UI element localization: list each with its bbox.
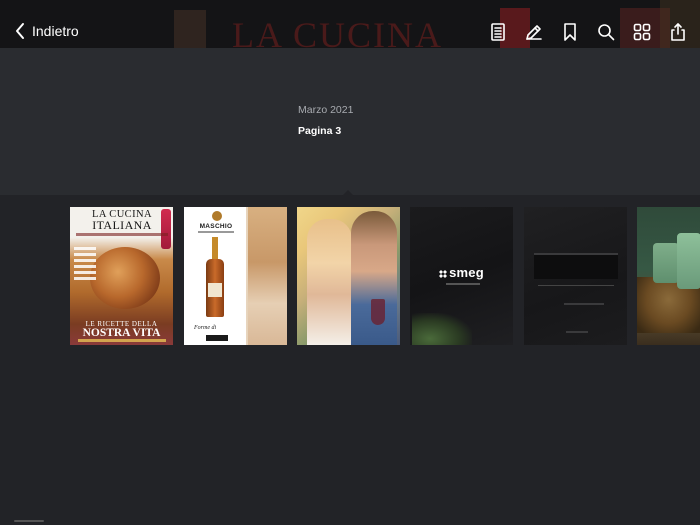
issue-date: Marzo 2021	[298, 104, 354, 116]
maschio-script: Forme di	[194, 325, 217, 331]
grid-button[interactable]	[628, 18, 656, 46]
page-list-button[interactable]	[484, 18, 512, 46]
smeg-logo: smeg	[410, 265, 513, 280]
cover-headline: LE RICETTE DELLA NOSTRA VITA	[70, 320, 173, 339]
top-bar: LA CUCINA Indietro	[0, 0, 700, 48]
woman-photo	[248, 207, 287, 345]
page-thumbnail-oven-ad[interactable]	[524, 207, 627, 345]
current-page-pointer	[342, 190, 354, 196]
smeg-tagline-bar	[446, 283, 480, 285]
page-thumbnail-flour-ad[interactable]	[637, 207, 700, 345]
pencil-icon	[526, 25, 542, 40]
chevron-left-icon	[16, 23, 24, 39]
cover-tagline-bar	[76, 233, 168, 236]
smeg-logo-text: smeg	[449, 265, 484, 280]
man-figure	[351, 211, 397, 345]
bookmark-button[interactable]	[556, 18, 584, 46]
home-indicator	[14, 520, 44, 522]
toolbar	[476, 18, 692, 46]
oven-shelf-line	[538, 285, 614, 286]
cover-masthead: LA CUCINA ITALIANA	[78, 209, 166, 231]
issue-info-panel: Marzo 2021 Pagina 3	[0, 48, 700, 195]
page-thumbnail-smeg-ad[interactable]: smeg	[410, 207, 513, 345]
search-icon	[598, 24, 615, 41]
background-cover-title: LA CUCINA	[232, 15, 444, 48]
oven-caption-bar	[564, 303, 604, 305]
search-button[interactable]	[592, 18, 620, 46]
back-label: Indietro	[32, 23, 79, 39]
background-thumbnail	[174, 10, 206, 48]
share-button[interactable]	[664, 18, 692, 46]
plant-image	[412, 313, 472, 345]
wine-glass	[371, 299, 385, 325]
cover-food-image	[90, 247, 160, 309]
bottle-image	[206, 237, 224, 317]
page-thumbnail-maschio-ad[interactable]: MASCHIO Forme di	[184, 207, 287, 345]
maschio-brand: MASCHIO	[199, 223, 233, 230]
bookmark-icon	[564, 23, 576, 41]
page-thumbnail-cover[interactable]: LA CUCINA ITALIANA LE RICETTE DELLA NOST…	[70, 207, 173, 345]
maschio-logo	[206, 335, 228, 341]
oven-image	[534, 253, 618, 279]
page-list-icon	[491, 23, 505, 41]
page-thumbnail-couple-photo[interactable]	[297, 207, 400, 345]
maschio-tagline-bar	[198, 231, 234, 233]
share-icon	[671, 23, 685, 41]
cover-headline-big: NOSTRA VITA	[82, 327, 161, 339]
back-button[interactable]: Indietro	[14, 19, 79, 43]
cover-bottom-tag	[78, 339, 166, 342]
oven-logo-bar	[566, 331, 588, 333]
flour-bag-image	[653, 243, 679, 283]
cover-side-text	[74, 247, 96, 297]
current-page-label: Pagina 3	[298, 125, 342, 137]
flour-bag-image	[677, 233, 700, 289]
cover-masthead-line2: ITALIANA	[92, 218, 152, 232]
smeg-dots-icon	[439, 269, 448, 278]
woman-figure	[307, 219, 352, 345]
maschio-crest-icon	[212, 211, 222, 221]
grid-icon	[633, 23, 651, 41]
annotate-button[interactable]	[520, 18, 548, 46]
reader-app: LA CUCINA Indietro Marzo 2021 Pagina 3 L…	[0, 0, 700, 525]
